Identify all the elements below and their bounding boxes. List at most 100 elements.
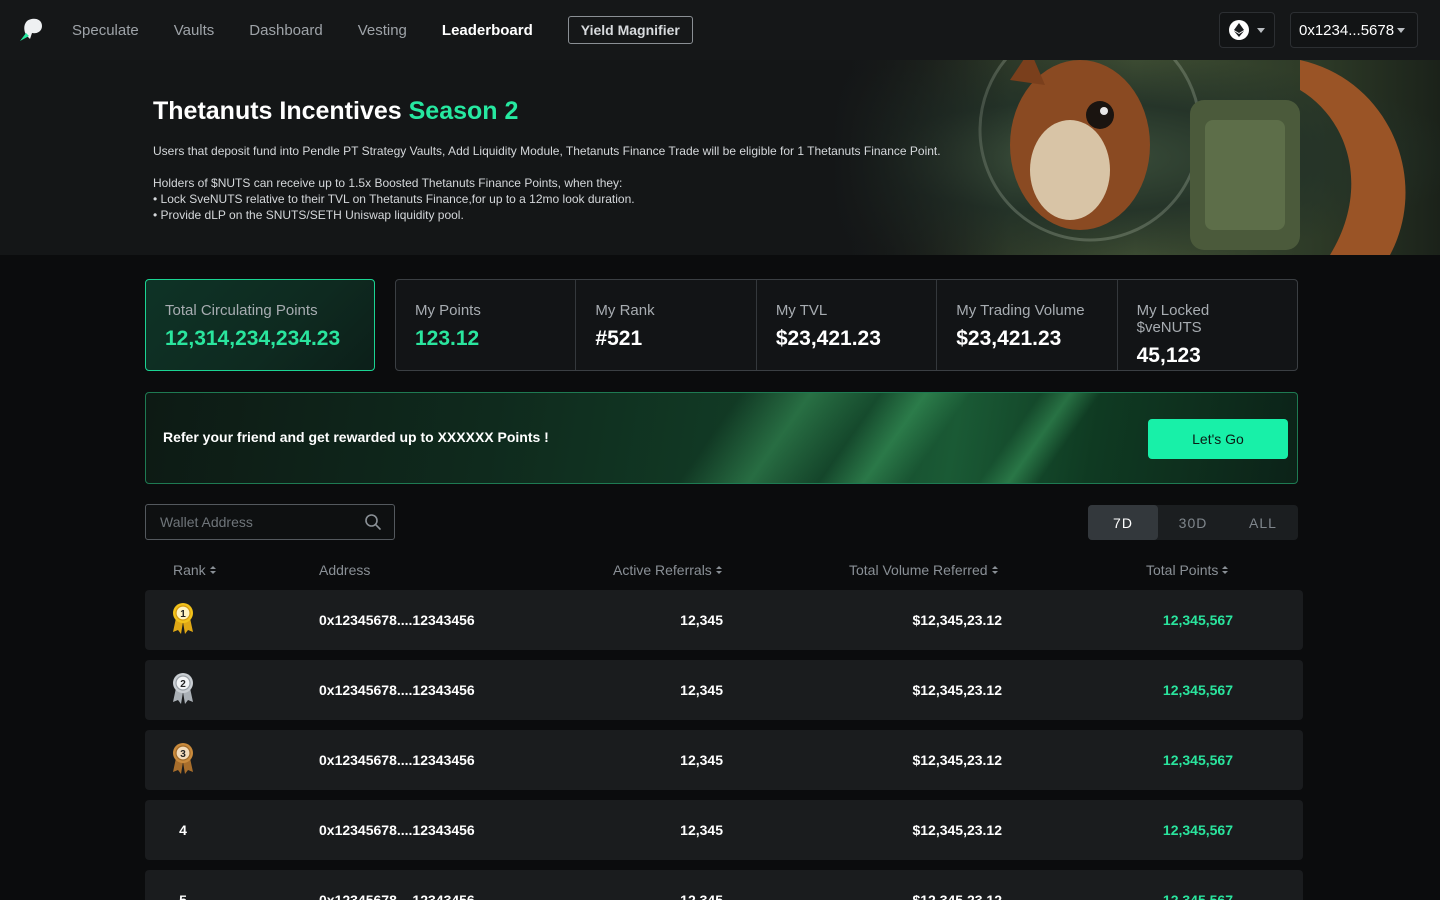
referral-banner: Refer your friend and get rewarded up to… [145, 392, 1298, 484]
hero-description-2: Holders of $NUTS can receive up to 1.5x … [153, 176, 623, 190]
nav-links: Speculate Vaults Dashboard Vesting Leade… [72, 0, 693, 60]
stat-value: 45,123 [1136, 344, 1201, 367]
row-rank: 5 [179, 892, 187, 900]
lets-go-button[interactable]: Let's Go [1148, 419, 1288, 459]
header-label: Total Points [1146, 562, 1219, 578]
gold-medal-icon: 1 [173, 603, 193, 634]
stat-my-tvl: My TVL $23,421.23 [757, 280, 938, 370]
hero-bullet-2: • Provide dLP on the SNUTS/SETH Uniswap … [153, 208, 464, 222]
stat-my-locked-venuts: My Locked $veNUTS 45,123 [1118, 280, 1297, 370]
stat-label: My Trading Volume [956, 302, 1085, 319]
sort-icon [209, 566, 216, 574]
stat-value: $23,421.23 [775, 327, 881, 350]
total-points-card: Total Circulating Points 12,314,234,234.… [145, 279, 375, 371]
row-volume: $12,345,23.12 [912, 822, 1002, 838]
row-volume: $12,345,23.12 [912, 892, 1002, 900]
row-address: 0x12345678....12343456 [319, 892, 475, 900]
table-row[interactable]: 5 0x12345678....12343456 12,345 $12,345,… [145, 870, 1303, 900]
row-referrals: 12,345 [680, 822, 723, 838]
filter-30d[interactable]: 30D [1158, 505, 1228, 540]
nav-speculate[interactable]: Speculate [72, 22, 139, 39]
stat-label: My Rank [595, 302, 655, 319]
stat-my-rank: My Rank #521 [576, 280, 757, 370]
silver-medal-icon: 2 [173, 673, 193, 704]
title-season: Season 2 [408, 97, 519, 125]
row-volume: $12,345,23.12 [912, 682, 1002, 698]
row-referrals: 12,345 [680, 682, 723, 698]
network-selector[interactable] [1219, 12, 1275, 48]
table-row[interactable]: 2 0x12345678....12343456 12,345 $12,345,… [145, 660, 1303, 720]
row-volume: $12,345,23.12 [912, 752, 1002, 768]
table-row[interactable]: 1 0x12345678....12343456 12,345 $12,345,… [145, 590, 1303, 650]
nav-vaults[interactable]: Vaults [174, 22, 215, 39]
row-rank: 4 [179, 822, 187, 838]
header-total-volume[interactable]: Total Volume Referred [849, 562, 998, 578]
stat-label: My TVL [775, 302, 828, 319]
row-volume: $12,345,23.12 [912, 612, 1002, 628]
stat-value: 123.12 [415, 327, 480, 350]
stat-label: My Points [415, 302, 481, 319]
filter-7d[interactable]: 7D [1088, 505, 1158, 540]
row-points: 12,345,567 [1162, 822, 1233, 838]
leaderboard-header: Rank Address Active Referrals Total Volu… [145, 560, 1303, 582]
row-address: 0x12345678....12343456 [319, 612, 475, 628]
total-points-value: 12,314,234,234.23 [165, 327, 341, 350]
header-total-points[interactable]: Total Points [1146, 562, 1229, 578]
filter-all[interactable]: ALL [1228, 505, 1298, 540]
sort-icon [715, 566, 722, 574]
row-points: 12,345,567 [1162, 892, 1233, 900]
hero-description-1: Users that deposit fund into Pendle PT S… [153, 144, 941, 158]
thetanuts-logo-icon[interactable] [18, 17, 44, 43]
row-address: 0x12345678....12343456 [319, 752, 475, 768]
row-points: 12,345,567 [1162, 612, 1233, 628]
wallet-selector[interactable]: 0x1234...5678 [1290, 12, 1418, 48]
table-row[interactable]: 3 0x12345678....12343456 12,345 $12,345,… [145, 730, 1303, 790]
bronze-medal-icon: 3 [173, 743, 193, 774]
medal-rank: 2 [180, 679, 186, 690]
table-row[interactable]: 4 0x12345678....12343456 12,345 $12,345,… [145, 800, 1303, 860]
hero-bullet-1: • Lock SveNUTS relative to their TVL on … [153, 192, 635, 206]
header-label: Rank [173, 562, 206, 578]
header-address: Address [319, 562, 370, 578]
stat-my-trading-volume: My Trading Volume $23,421.23 [937, 280, 1118, 370]
sort-icon [1222, 566, 1229, 574]
total-points-label: Total Circulating Points [165, 302, 318, 319]
row-referrals: 12,345 [680, 752, 723, 768]
stat-value: $23,421.23 [956, 327, 1062, 350]
yield-magnifier-button[interactable]: Yield Magnifier [567, 16, 693, 44]
row-address: 0x12345678....12343456 [319, 822, 475, 838]
nav-vesting[interactable]: Vesting [358, 22, 407, 39]
header-label: Total Volume Referred [849, 562, 988, 578]
my-stats-card: My Points 123.12 My Rank #521 My TVL $23… [395, 279, 1298, 371]
header-label: Active Referrals [613, 562, 712, 578]
row-referrals: 12,345 [680, 612, 723, 628]
top-nav: Speculate Vaults Dashboard Vesting Leade… [0, 0, 1440, 60]
banner-decoration [942, 393, 1130, 483]
referral-text: Refer your friend and get rewarded up to… [163, 429, 549, 445]
nav-dashboard[interactable]: Dashboard [249, 22, 322, 39]
page-title: Thetanuts Incentives Season 2 [153, 97, 518, 126]
row-points: 12,345,567 [1162, 752, 1233, 768]
medal-rank: 1 [180, 609, 186, 620]
time-range-filter: 7D 30D ALL [1088, 505, 1298, 540]
row-points: 12,345,567 [1162, 682, 1233, 698]
wallet-address: 0x1234...5678 [1299, 21, 1395, 39]
row-address: 0x12345678....12343456 [319, 682, 475, 698]
stat-my-points: My Points 123.12 [396, 280, 577, 370]
header-active-referrals[interactable]: Active Referrals [613, 562, 722, 578]
wallet-search-input[interactable] [160, 514, 364, 530]
search-icon[interactable] [364, 513, 382, 531]
header-rank[interactable]: Rank [173, 562, 216, 578]
stat-label: My Locked $veNUTS [1136, 302, 1210, 336]
chevron-down-icon [1257, 27, 1265, 33]
medal-rank: 3 [180, 749, 186, 760]
chevron-down-icon [1397, 27, 1405, 33]
header-label: Address [319, 562, 371, 578]
nav-leaderboard[interactable]: Leaderboard [442, 22, 533, 39]
sort-icon [991, 566, 998, 574]
wallet-search [145, 504, 395, 540]
title-main: Thetanuts Incentives [153, 97, 402, 125]
row-referrals: 12,345 [680, 892, 723, 900]
stat-value: #521 [595, 327, 643, 350]
ethereum-icon [1229, 20, 1249, 40]
